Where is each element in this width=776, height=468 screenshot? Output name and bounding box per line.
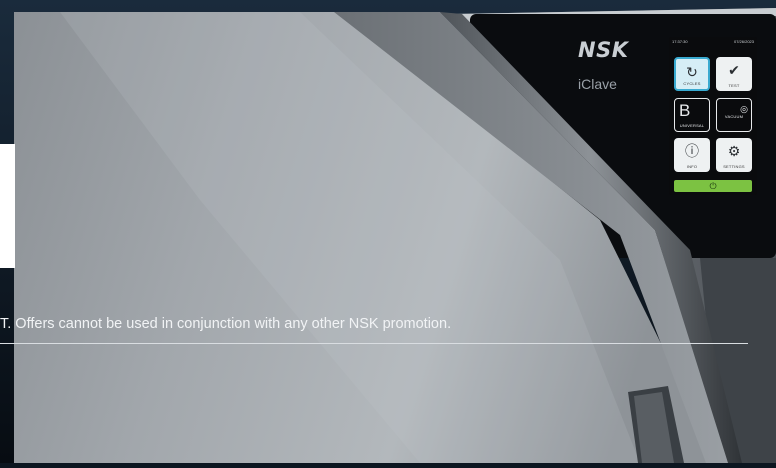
screen-date: 07/26/2023 xyxy=(733,39,754,44)
gear-icon: ⚙ xyxy=(727,143,741,159)
divider-line xyxy=(0,343,748,344)
info-label: INFO xyxy=(686,164,698,169)
brand-logo: NSK xyxy=(578,38,629,62)
screen-time: 17:37:30 xyxy=(672,39,688,44)
power-icon: ⏻ xyxy=(709,181,717,191)
b-cycle-icon: B xyxy=(679,101,691,120)
vacuum-label: VACUUM xyxy=(724,114,744,119)
autoclave-photo xyxy=(0,0,776,463)
cycles-label: CYCLES xyxy=(683,81,701,86)
check-circle-icon: ✔ xyxy=(728,62,740,78)
promo-disclaimer: T. Offers cannot be used in conjunction … xyxy=(0,316,452,332)
vacuum-tile[interactable]: ◎ VACUUM xyxy=(716,98,752,132)
settings-tile[interactable]: ⚙ SETTINGS xyxy=(716,138,752,172)
universal-tile[interactable]: B UNIVERSAL xyxy=(674,98,710,132)
refresh-icon: ↻ xyxy=(686,64,698,80)
white-overlay-panel xyxy=(0,144,15,268)
start-button[interactable]: ⏻ xyxy=(674,180,752,192)
autoclave-illustration xyxy=(0,0,776,463)
settings-label: SETTINGS xyxy=(723,164,745,169)
model-name: iClave xyxy=(578,76,617,92)
touch-screen: 17:37:30 07/26/2023 ↻ CYCLES ✔ TEST B UN… xyxy=(669,37,757,195)
test-tile[interactable]: ✔ TEST xyxy=(716,57,752,91)
test-label: TEST xyxy=(728,83,740,88)
info-tile[interactable]: ⓘ INFO xyxy=(674,138,710,172)
universal-label: UNIVERSAL xyxy=(679,123,705,128)
cycles-tile[interactable]: ↻ CYCLES xyxy=(674,57,710,91)
info-icon: ⓘ xyxy=(685,143,699,159)
